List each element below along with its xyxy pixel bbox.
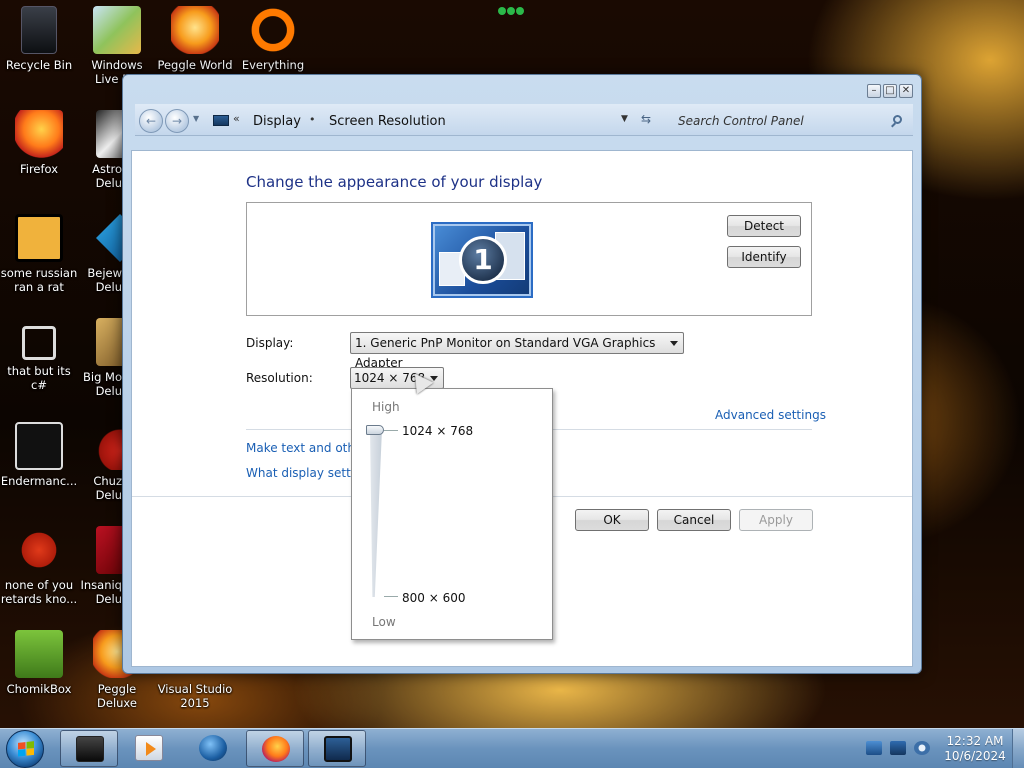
desktop-icon-insaniquarium[interactable]: Insaniq Delu (78, 526, 122, 606)
clock-date: 10/6/2024 (944, 749, 1006, 763)
volume-icon[interactable] (914, 741, 930, 755)
resolution-label: Resolution: (246, 371, 313, 385)
search-icon[interactable] (893, 115, 902, 124)
insaniquarium-icon (96, 526, 122, 574)
back-arrow-icon[interactable]: ← (139, 109, 163, 133)
screen-resolution-window: – □ ✕ ← → ▼ « Display • Screen Resolutio… (122, 74, 922, 674)
windows-live-icon (93, 6, 141, 54)
desktop-icon-chuzzle[interactable]: Chuz Delu (78, 422, 122, 502)
identify-button[interactable]: Identify (727, 246, 801, 268)
tray-app-icon[interactable] (866, 741, 882, 755)
recycle-bin-icon (21, 6, 57, 54)
display-select[interactable]: 1. Generic PnP Monitor on Standard VGA G… (350, 332, 684, 370)
slider-tick (384, 596, 398, 597)
address-bar: ← → ▼ « Display • Screen Resolution ▼ ⇆ (135, 104, 913, 136)
resolution-slider-popup: High 1024 × 768 800 × 600 Low (351, 388, 553, 640)
app-icon (15, 422, 63, 470)
resolution-slider-track[interactable] (370, 429, 382, 597)
desktop-icon-astro[interactable]: Astro Delu (78, 110, 122, 190)
address-dropdown-icon[interactable]: ▼ (621, 114, 628, 124)
shortcut-icon (22, 326, 56, 360)
clock-time: 12:32 AM (946, 734, 1004, 748)
firefox-icon (15, 110, 63, 158)
chomikbox-icon (15, 630, 63, 678)
desktop-icon-some-russian[interactable]: some russian ran a rat (0, 214, 78, 294)
monitor-arrangement-panel: 1 Detect Identify (246, 202, 812, 316)
desktop-icon-recycle-bin[interactable]: Recycle Bin (0, 6, 78, 72)
display-settings-help-link[interactable]: What display setting (246, 466, 352, 480)
display-label: Display: (246, 336, 294, 350)
file-icon (15, 214, 63, 262)
maximize-button[interactable]: □ (883, 84, 897, 98)
astro-icon (96, 110, 122, 158)
breadcrumb-display[interactable]: Display (253, 114, 301, 129)
peggle-world-icon (171, 6, 219, 54)
breadcrumb-screen-resolution[interactable]: Screen Resolution (329, 114, 446, 129)
desktop-icon-big-money[interactable]: Big Mo Delu (78, 318, 122, 398)
search-input[interactable] (669, 108, 909, 133)
page-title: Change the appearance of your display (246, 173, 543, 191)
apply-button[interactable]: Apply (739, 509, 813, 531)
control-panel-icon (213, 115, 229, 126)
display-select-value: 1. Generic PnP Monitor on Standard VGA G… (355, 336, 656, 370)
monitor-1-tile[interactable]: 1 (431, 222, 533, 298)
chevron-down-icon (670, 341, 678, 346)
resolution-option-800x600[interactable]: 800 × 600 (402, 591, 466, 605)
system-tray (866, 741, 930, 755)
refresh-icon[interactable]: ⇆ (641, 112, 651, 126)
desktop-icon-that-but-its-csharp[interactable]: that but its c# (0, 318, 78, 392)
taskbar-item-app[interactable] (60, 730, 118, 767)
text-size-link[interactable]: Make text and other (246, 441, 352, 455)
desktop-icon-endermanc[interactable]: Endermanc... (0, 422, 78, 488)
bejeweled-icon (96, 214, 122, 262)
desktop-icon-none-of-you[interactable]: none of you retards kno... (0, 526, 78, 606)
taskbar-item-media-player[interactable] (120, 730, 178, 767)
forward-arrow-icon[interactable]: → (165, 109, 189, 133)
breadcrumb-separator: • (309, 113, 316, 126)
taskbar-item-control-panel[interactable] (308, 730, 366, 767)
desktop-icon-visual-studio[interactable]: Visual Studio 2015 (156, 682, 234, 710)
resolution-option-1024x768[interactable]: 1024 × 768 (402, 424, 473, 438)
media-player-icon (135, 735, 163, 761)
desktop-icon-peggle-world[interactable]: Peggle World (156, 6, 234, 72)
taskbar: 12:32 AM 10/6/2024 (0, 728, 1024, 768)
slider-low-label: Low (372, 615, 396, 629)
desktop-icon-bejeweled[interactable]: Bejew Delu (78, 214, 122, 294)
everything-icon (249, 6, 297, 54)
start-button[interactable] (6, 730, 44, 768)
display-icon (324, 736, 352, 762)
detect-button[interactable]: Detect (727, 215, 801, 237)
monitor-number: 1 (459, 236, 507, 284)
app-icon (76, 736, 104, 762)
close-button[interactable]: ✕ (899, 84, 913, 98)
recent-pages-dropdown-icon[interactable]: ▼ (193, 114, 199, 123)
cancel-button[interactable]: Cancel (657, 509, 731, 531)
desktop-icon-everything[interactable]: Everything (234, 6, 312, 72)
network-icon[interactable] (890, 741, 906, 755)
top-gadget-icon (498, 4, 526, 16)
breadcrumb-overflow-icon[interactable]: « (233, 112, 240, 125)
slider-high-label: High (372, 400, 400, 414)
content-area: Change the appearance of your display 1 … (131, 150, 913, 667)
resolution-slider-thumb[interactable] (366, 425, 384, 435)
show-desktop-button[interactable] (1012, 729, 1024, 768)
minimize-button[interactable]: – (867, 84, 881, 98)
desktop-icon-firefox[interactable]: Firefox (0, 110, 78, 176)
window-controls: – □ ✕ (867, 84, 913, 98)
clock[interactable]: 12:32 AM 10/6/2024 (940, 734, 1010, 764)
big-money-icon (96, 318, 122, 366)
slider-tick (384, 430, 398, 431)
desktop-icon-chomikbox[interactable]: ChomikBox (0, 630, 78, 696)
windows-logo-icon (18, 741, 34, 757)
advanced-settings-link[interactable]: Advanced settings (715, 408, 826, 422)
taskbar-item-firefox[interactable] (246, 730, 304, 767)
firefox-icon (262, 736, 290, 762)
globe-icon (199, 735, 227, 761)
taskbar-item-browser[interactable] (184, 730, 242, 767)
chuzzle-icon (96, 422, 122, 470)
app-icon (15, 526, 63, 574)
ok-button[interactable]: OK (575, 509, 649, 531)
